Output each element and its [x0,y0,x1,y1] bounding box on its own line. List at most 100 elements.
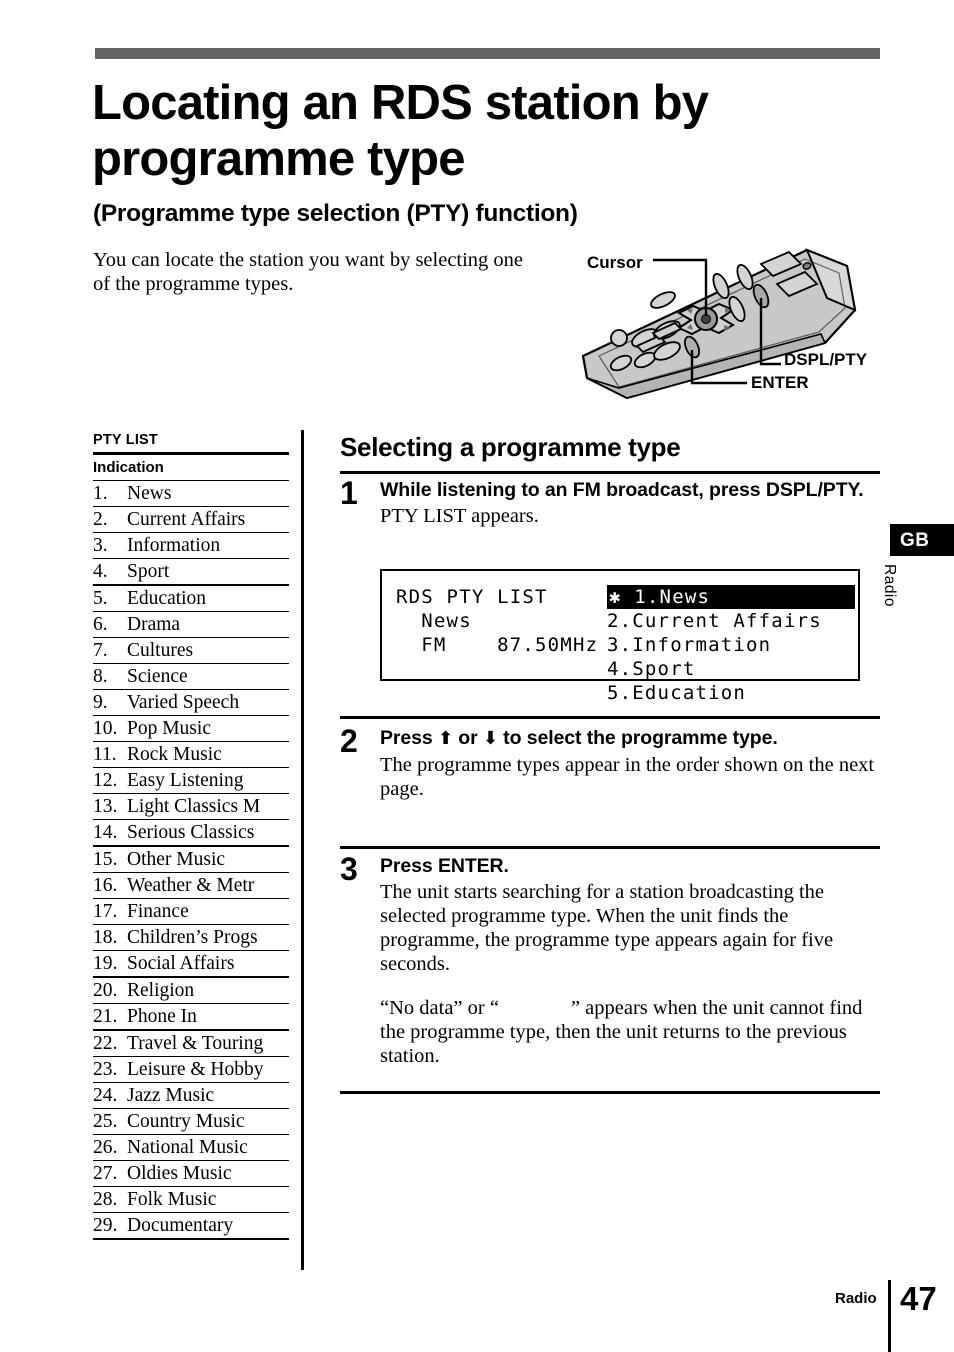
table-row: 23. Leisure & Hobby [93,1055,289,1082]
step-2-text: The programme types appear in the order … [380,754,875,800]
row-label: Oldies Music [127,1159,289,1186]
table-row: 3. Information [93,531,289,558]
row-index: 6. [93,610,127,637]
header-rule [95,48,880,59]
pty-list-column-header: Indication [93,458,164,476]
step-2-lead-mid: or [452,727,483,749]
step-2: 2 Press ⬆ or ⬇ to select the programme t… [340,723,885,801]
row-label: Finance [127,897,289,924]
row-label: Travel & Touring [127,1028,289,1056]
table-row: 12. Easy Listening [93,766,289,793]
row-index: 15. [93,844,127,872]
row-label: Weather & Metr [127,871,289,898]
row-index: 1. [93,479,127,506]
row-index: 28. [93,1185,127,1212]
row-index: 29. [93,1211,127,1240]
row-label: Science [127,662,289,689]
step-3-number: 3 [340,851,358,887]
arrow-up-icon: ⬆ [437,728,453,749]
row-index: 7. [93,636,127,663]
table-row: 29. Documentary [93,1211,289,1240]
table-row: 15. Other Music [93,844,289,872]
lcd-menu-item[interactable]: 5.Education [607,682,746,704]
step-3-lead: Press ENTER. [380,855,509,877]
table-row: 7. Cultures [93,636,289,663]
step-1: 1 While listening to an FM broadcast, pr… [340,477,885,528]
row-index: 13. [93,792,127,819]
row-label: Serious Classics [127,818,289,846]
step-2-number: 2 [340,723,358,759]
page-number: 47 [900,1280,937,1317]
lcd-selected-label: 1.News [634,586,711,608]
lcd-menu-pane: ✱ 1.News 2.Current Affairs 3.Information 4.… [607,585,855,705]
table-row: 27. Oldies Music [93,1159,289,1186]
table-row: 17. Finance [93,897,289,924]
step-2-lead-suffix: to select the programme type. [497,727,778,749]
table-row: 1. News [93,479,289,506]
row-index: 10. [93,714,127,741]
lcd-left-pane: RDS PTY LIST News FM 87.50MHz [396,585,598,657]
row-index: 19. [93,949,127,977]
table-row: 5. Education [93,583,289,611]
row-index: 25. [93,1107,127,1134]
lcd-menu-item[interactable]: 4.Sport [607,658,695,680]
table-row: 9. Varied Speech [93,688,289,715]
row-label: Rock Music [127,740,289,767]
row-label: Current Affairs [127,505,289,532]
table-row: 25. Country Music [93,1107,289,1134]
row-label: Education [127,583,289,611]
row-index: 4. [93,557,127,585]
row-label: National Music [127,1133,289,1160]
table-row: 18. Children’s Progs [93,923,289,950]
row-label: Folk Music [127,1185,289,1212]
pty-list-table: 1. News 2. Current Affairs 3. Information 4… [93,479,289,1240]
lcd-display: RDS PTY LIST News FM 87.50MHz ✱ 1.News 2.… [380,569,860,704]
row-label: Other Music [127,844,289,872]
callout-enter-label: ENTER [751,373,809,392]
table-row: 10. Pop Music [93,714,289,741]
row-index: 26. [93,1133,127,1160]
callout-dspl-pty-label: DSPL/PTY [784,350,868,369]
footer-section-label: Radio [835,1290,877,1307]
row-index: 5. [93,583,127,611]
row-label: Children’s Progs [127,923,289,950]
intro-paragraph: You can locate the station you want by s… [93,249,524,295]
table-row: 2. Current Affairs [93,505,289,532]
row-label: Easy Listening [127,766,289,793]
step-1-lead: While listening to an FM broadcast, pres… [380,479,864,501]
pty-list-title: PTY LIST [93,432,158,448]
row-label: News [127,479,289,506]
step-rule-4 [340,1091,880,1094]
lcd-menu-item[interactable]: 3.Information [607,634,771,656]
table-row: 6. Drama [93,610,289,637]
locale-tab-label: GB [900,530,930,551]
row-index: 21. [93,1002,127,1030]
row-index: 2. [93,505,127,532]
step-3-note: “No data” or “” appears when the unit ca… [380,996,885,1068]
step-1-text: PTY LIST appears. [380,505,539,527]
table-row: 21. Phone In [93,1002,289,1030]
arrow-down-icon: ⬇ [482,728,498,749]
row-index: 20. [93,975,127,1003]
row-index: 11. [93,740,127,767]
table-row: 28. Folk Music [93,1185,289,1212]
table-row: 14. Serious Classics [93,818,289,846]
table-row: 22. Travel & Touring [93,1028,289,1056]
row-label: Leisure & Hobby [127,1055,289,1082]
document-page: Locating an RDS station by programme typ… [0,0,954,1352]
row-label: Light Classics M [127,792,289,819]
row-index: 22. [93,1028,127,1056]
lcd-selected-row[interactable]: ✱ 1.News [607,585,855,609]
table-row: 26. National Music [93,1133,289,1160]
table-row: 19. Social Affairs [93,949,289,977]
table-row: 4. Sport [93,557,289,585]
table-row: 11. Rock Music [93,740,289,767]
row-label: Varied Speech [127,688,289,715]
table-row: 8. Science [93,662,289,689]
side-section-label: Radio [881,564,898,607]
row-index: 9. [93,688,127,715]
lcd-menu-item[interactable]: 2.Current Affairs [607,610,822,632]
row-index: 16. [93,871,127,898]
row-index: 18. [93,923,127,950]
step-2-lead-prefix: Press [380,727,438,749]
